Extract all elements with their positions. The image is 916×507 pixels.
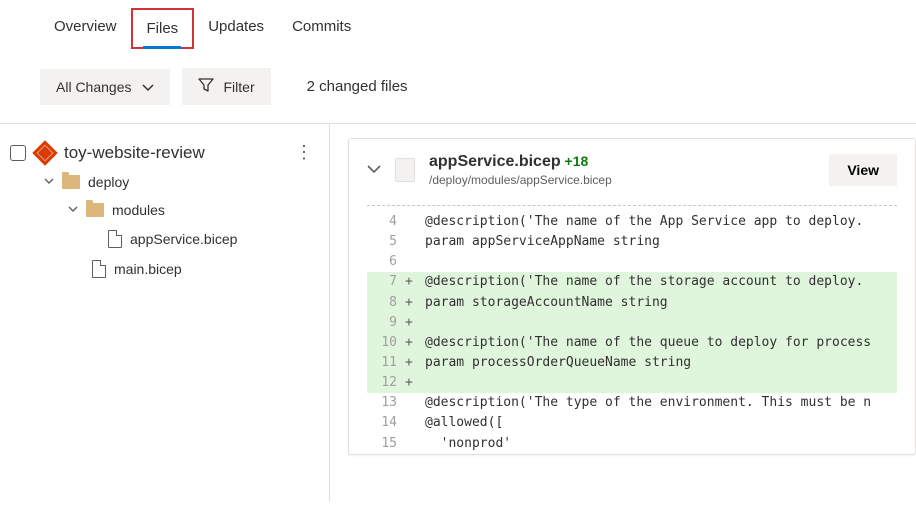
tab-commits[interactable]: Commits	[278, 8, 365, 49]
code-text: @allowed([	[421, 413, 897, 433]
diff-marker: +	[405, 353, 421, 373]
line-number: 14	[367, 413, 405, 433]
code-text: param storageAccountName string	[421, 293, 897, 313]
line-number: 12	[367, 373, 405, 393]
diff-card: appService.bicep +18 /deploy/modules/app…	[348, 138, 916, 455]
line-number: 5	[367, 232, 405, 252]
code-line-added: 7+@description('The name of the storage …	[367, 272, 897, 292]
code-line-added: 8+param storageAccountName string	[367, 293, 897, 313]
repo-checkbox[interactable]	[10, 145, 26, 161]
repo-name: toy-website-review	[64, 143, 205, 163]
folder-icon	[62, 175, 80, 189]
filter-icon	[198, 78, 214, 95]
filter-button[interactable]: Filter	[182, 68, 271, 105]
line-number: 6	[367, 252, 405, 272]
line-number: 11	[367, 353, 405, 373]
tree-file-appservice[interactable]: appService.bicep	[10, 224, 319, 254]
tab-overview[interactable]: Overview	[40, 8, 131, 49]
code-line: 15 'nonprod'	[367, 434, 897, 454]
file-heading: appService.bicep +18 /deploy/modules/app…	[429, 153, 612, 187]
code-line: 5 param appServiceAppName string	[367, 232, 897, 252]
tree-folder-deploy[interactable]: deploy	[10, 168, 319, 196]
changed-files-summary: 2 changed files	[307, 78, 408, 95]
tabs-bar: Overview Files Updates Commits	[0, 0, 916, 50]
tree-file-main[interactable]: main.bicep	[10, 254, 319, 284]
diff-additions-count: +18	[565, 153, 589, 169]
tree-root-row[interactable]: toy-website-review	[10, 138, 319, 168]
code-text	[421, 313, 897, 333]
diff-marker	[405, 434, 421, 454]
toolbar: All Changes Filter 2 changed files	[0, 50, 916, 124]
diff-marker: +	[405, 313, 421, 333]
line-number: 8	[367, 293, 405, 313]
file-icon	[108, 230, 122, 248]
file-label: appService.bicep	[130, 231, 237, 247]
folder-label: deploy	[88, 174, 129, 190]
diff-panel: appService.bicep +18 /deploy/modules/app…	[330, 124, 916, 501]
diff-marker: +	[405, 272, 421, 292]
diff-marker: +	[405, 293, 421, 313]
tab-updates[interactable]: Updates	[194, 8, 278, 49]
diff-marker: +	[405, 373, 421, 393]
code-line-added: 9+	[367, 313, 897, 333]
code-text: @description('The name of the queue to d…	[421, 333, 897, 353]
collapse-toggle[interactable]	[367, 162, 381, 178]
diff-marker	[405, 212, 421, 232]
all-changes-dropdown[interactable]: All Changes	[40, 69, 170, 105]
diff-marker	[405, 252, 421, 272]
code-line-added: 12+	[367, 373, 897, 393]
line-number: 10	[367, 333, 405, 353]
code-text: @description('The name of the App Servic…	[421, 212, 897, 232]
code-line: 14 @allowed([	[367, 413, 897, 433]
diff-header: appService.bicep +18 /deploy/modules/app…	[367, 153, 897, 187]
code-line: 4 @description('The name of the App Serv…	[367, 212, 897, 232]
code-text: @description('The name of the storage ac…	[421, 272, 897, 292]
tab-files[interactable]: Files	[131, 8, 195, 49]
code-text	[421, 252, 897, 272]
code-text	[421, 373, 897, 393]
view-button[interactable]: View	[829, 154, 897, 186]
diff-marker	[405, 232, 421, 252]
chevron-down-icon	[142, 79, 154, 95]
line-number: 4	[367, 212, 405, 232]
file-label: main.bicep	[114, 261, 182, 277]
line-number: 15	[367, 434, 405, 454]
file-icon	[92, 260, 106, 278]
line-number: 7	[367, 272, 405, 292]
line-number: 13	[367, 393, 405, 413]
all-changes-label: All Changes	[56, 79, 132, 95]
diff-marker	[405, 393, 421, 413]
file-tree: ⋮ toy-website-review deploy modules appS…	[0, 124, 330, 501]
diff-separator	[367, 205, 897, 206]
diff-file-title: appService.bicep	[429, 153, 561, 170]
repo-icon	[32, 140, 57, 165]
code-line-added: 10+@description('The name of the queue t…	[367, 333, 897, 353]
chevron-down-icon	[44, 175, 54, 189]
diff-code-block: 4 @description('The name of the App Serv…	[367, 212, 897, 454]
folder-label: modules	[112, 202, 165, 218]
code-line: 13 @description('The type of the environ…	[367, 393, 897, 413]
folder-icon	[86, 203, 104, 217]
diff-marker: +	[405, 333, 421, 353]
chevron-down-icon	[68, 203, 78, 217]
code-text: 'nonprod'	[421, 434, 897, 454]
code-text: param appServiceAppName string	[421, 232, 897, 252]
code-line-added: 11+param processOrderQueueName string	[367, 353, 897, 373]
tree-folder-modules[interactable]: modules	[10, 196, 319, 224]
code-text: @description('The type of the environmen…	[421, 393, 897, 413]
code-line: 6	[367, 252, 897, 272]
diff-marker	[405, 413, 421, 433]
code-text: param processOrderQueueName string	[421, 353, 897, 373]
file-icon	[395, 158, 415, 182]
diff-file-path: /deploy/modules/appService.bicep	[429, 173, 612, 187]
tree-more-menu[interactable]: ⋮	[295, 142, 313, 163]
filter-label: Filter	[224, 79, 255, 95]
line-number: 9	[367, 313, 405, 333]
